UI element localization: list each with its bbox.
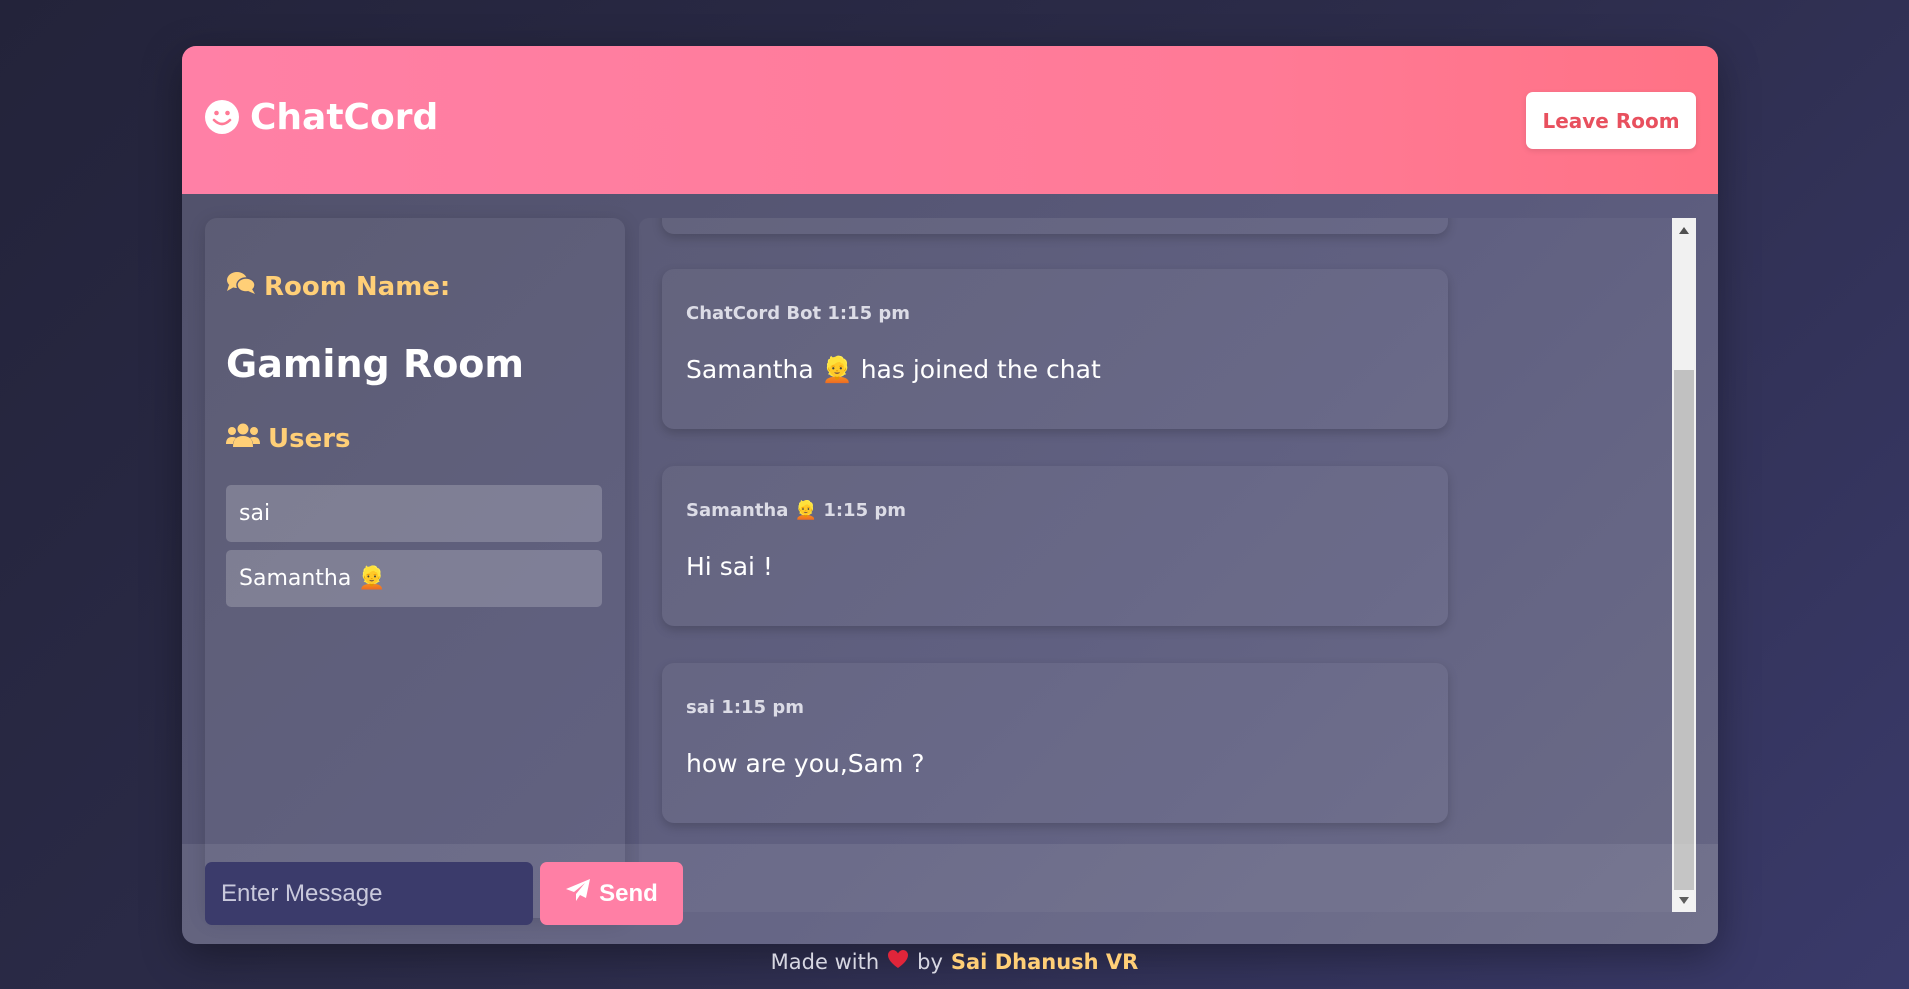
user-list-item: sai [226, 485, 602, 542]
message-text: Samantha 👱 has joined the chat [686, 355, 1101, 384]
send-button[interactable]: Send [540, 862, 683, 925]
chat-sidebar: Room Name: Gaming Room Users sai Samanth… [205, 218, 625, 918]
message-meta: ChatCord Bot 1:15 pm [686, 303, 911, 324]
paper-plane-icon [565, 878, 591, 909]
message-input[interactable] [205, 862, 533, 925]
scrollbar-thumb[interactable] [1674, 370, 1694, 890]
smile-icon [204, 99, 240, 135]
leave-room-button[interactable]: Leave Room [1526, 92, 1696, 149]
app-name: ChatCord [250, 96, 439, 138]
chat-header: ChatCord Leave Room [182, 46, 1718, 194]
message-text: Hi sai ! [686, 552, 773, 581]
message-meta: Samantha 👱 1:15 pm [686, 500, 907, 521]
app-logo: ChatCord [204, 96, 438, 138]
by-text: by [917, 949, 943, 974]
message-meta: sai 1:15 pm [686, 697, 804, 718]
author-name: Sai Dhanush VR [950, 949, 1139, 974]
scroll-up-icon[interactable] [1672, 218, 1696, 242]
message: sai 1:15 pm how are you,Sam ? [662, 663, 1448, 823]
messages-scrollbar[interactable] [1672, 218, 1696, 912]
comments-icon [226, 270, 256, 303]
users-heading: Users [226, 422, 351, 455]
message: ChatCord Bot 1:15 pm Samantha 👱 has join… [662, 269, 1448, 429]
made-with-text: Made with [770, 949, 880, 974]
users-icon [226, 422, 260, 455]
heart-icon [887, 949, 909, 974]
credit-footer: Made with by Sai Dhanush VR [0, 949, 1909, 974]
message-text: how are you,Sam ? [686, 749, 925, 778]
room-name-heading: Room Name: [226, 270, 450, 303]
users-label: Users [268, 423, 351, 454]
chat-window: ChatCord Leave Room Room Name: Gaming Ro… [182, 46, 1718, 944]
room-name-label: Room Name: [264, 271, 451, 302]
chat-messages[interactable]: ChatCord Bot 1:15 pm Samantha 👱 has join… [639, 218, 1678, 912]
message: Samantha 👱 1:15 pm Hi sai ! [662, 466, 1448, 626]
user-list: sai Samantha 👱 [226, 485, 602, 615]
message-partial [662, 218, 1448, 234]
send-label: Send [599, 879, 658, 907]
room-name: Gaming Room [226, 342, 525, 386]
user-list-item: Samantha 👱 [226, 550, 602, 607]
